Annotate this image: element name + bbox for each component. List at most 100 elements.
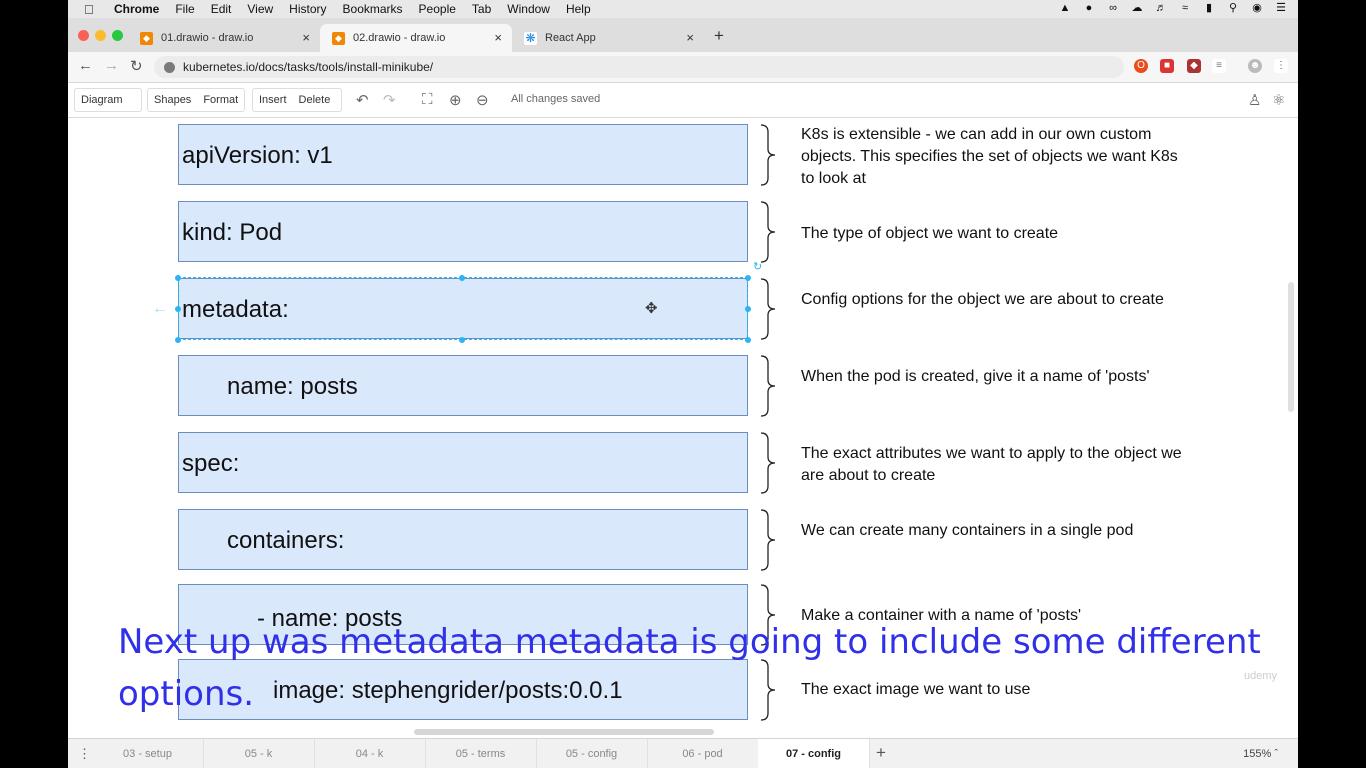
undo-icon[interactable]: ↶ (356, 91, 369, 109)
tab-react-app[interactable]: ❋ React App × (512, 24, 704, 52)
cloud-icon[interactable]: ☁ (1130, 1, 1144, 14)
notification-center-icon[interactable]: ☰ (1274, 1, 1288, 14)
profile-avatar[interactable]: ☻ (1248, 59, 1262, 73)
close-icon[interactable]: × (494, 30, 502, 45)
yaml-box-spec[interactable]: spec: (178, 432, 748, 493)
insert-button[interactable]: Insert (253, 94, 293, 106)
menu-tab[interactable]: Tab (472, 2, 491, 16)
glasses-icon[interactable]: ∞ (1106, 2, 1120, 14)
vertical-scrollbar[interactable] (1288, 282, 1294, 412)
connect-arrow-icon[interactable]: ← (152, 300, 168, 318)
reader-icon[interactable]: ≡ (1212, 59, 1226, 73)
page-tab-active[interactable]: 07 - config (758, 739, 870, 768)
page-tab[interactable]: 03 - setup (92, 739, 204, 768)
wifi-icon[interactable]: ≈ (1178, 2, 1192, 14)
bell-icon[interactable]: ♬ (1154, 2, 1168, 14)
user-icon[interactable]: ♙ (1248, 91, 1261, 109)
save-status: All changes saved (511, 93, 601, 105)
yaml-box-containers[interactable]: containers: (178, 509, 748, 570)
zoom-in-icon[interactable]: ⊕ (449, 91, 462, 109)
page-tab[interactable]: 04 - k (314, 739, 426, 768)
site-info-icon[interactable] (164, 61, 175, 73)
address-bar[interactable]: kubernetes.io/docs/tasks/tools/install-m… (154, 56, 1124, 78)
yaml-box-apiversion[interactable]: apiVersion: v1 (178, 124, 748, 185)
chevron-up-icon: ˆ (1274, 748, 1278, 760)
menu-app-name[interactable]: Chrome (114, 2, 159, 16)
docker-icon[interactable]: ▲ (1058, 2, 1072, 14)
yaml-box-kind[interactable]: kind: Pod (178, 201, 748, 262)
back-icon[interactable]: ← (78, 57, 93, 74)
navigation-bar: ← → ↻ kubernetes.io/docs/tasks/tools/ins… (68, 52, 1298, 83)
resize-handle[interactable] (745, 275, 751, 281)
menu-help[interactable]: Help (566, 2, 591, 16)
page-tab[interactable]: 05 - k (203, 739, 315, 768)
reload-icon[interactable]: ↻ (130, 57, 143, 75)
zoom-value: 155% (1243, 748, 1272, 760)
tab-01-drawio[interactable]: ◆ 01.drawio - draw.io × (128, 24, 320, 52)
resize-handle[interactable] (175, 337, 181, 343)
menu-people[interactable]: People (419, 2, 456, 16)
page-tab[interactable]: 05 - terms (425, 739, 537, 768)
resize-handle[interactable] (745, 306, 751, 312)
brace-icon (760, 201, 776, 263)
forward-icon[interactable]: → (104, 57, 119, 74)
resize-handle[interactable] (175, 275, 181, 281)
diagram-menu-label: Diagram (81, 94, 123, 106)
note-name[interactable]: When the pod is created, give it a name … (801, 366, 1191, 388)
note-metadata[interactable]: Config options for the object we are abo… (801, 289, 1191, 311)
extension-badge-icon[interactable]: ◆ (1187, 59, 1201, 73)
record-icon[interactable]: ● (1082, 2, 1096, 14)
tab-02-drawio[interactable]: ◆ 02.drawio - draw.io × (320, 24, 512, 52)
more-menu-icon[interactable]: ⋮ (1274, 59, 1288, 73)
add-page-button[interactable]: + (876, 739, 886, 767)
menu-history[interactable]: History (289, 2, 326, 16)
brace-icon (760, 355, 776, 417)
horizontal-scrollbar[interactable] (414, 729, 714, 735)
page-tab[interactable]: 06 - pod (647, 739, 759, 768)
note-spec[interactable]: The exact attributes we want to apply to… (801, 443, 1191, 487)
spotlight-search-icon[interactable]: ⚲ (1226, 1, 1240, 14)
box-label: containers: (227, 527, 345, 554)
resize-handle[interactable] (459, 337, 465, 343)
box-label: name: posts (227, 373, 358, 400)
menu-file[interactable]: File (175, 2, 194, 16)
menu-bookmarks[interactable]: Bookmarks (343, 2, 403, 16)
extension-icon[interactable]: ■ (1160, 59, 1174, 73)
menu-window[interactable]: Window (507, 2, 550, 16)
drawio-toolbar: Diagram Shapes Format Insert Delete ↶ ↷ … (68, 83, 1298, 118)
format-button[interactable]: Format (197, 94, 244, 106)
menu-view[interactable]: View (247, 2, 273, 16)
resize-handle[interactable] (459, 275, 465, 281)
shapes-button[interactable]: Shapes (148, 94, 197, 106)
globe-icon[interactable]: ⚛ (1272, 91, 1285, 109)
fullscreen-icon[interactable]: ⛶ (422, 91, 433, 108)
opera-extension-icon[interactable]: O (1134, 59, 1148, 73)
apple-icon[interactable]:  (84, 2, 98, 17)
window-minimize-button[interactable] (95, 30, 106, 41)
zoom-out-icon[interactable]: ⊖ (476, 91, 489, 109)
pages-menu-icon[interactable]: ⋮ (78, 739, 91, 768)
new-tab-button[interactable]: + (714, 26, 724, 46)
box-label: apiVersion: v1 (182, 142, 333, 169)
battery-icon[interactable]: ▮ (1202, 1, 1216, 14)
siri-icon[interactable]: ◉ (1250, 1, 1264, 14)
note-containers[interactable]: We can create many containers in a singl… (801, 520, 1191, 542)
page-tab[interactable]: 05 - config (536, 739, 648, 768)
resize-handle[interactable] (175, 306, 181, 312)
note-apiversion[interactable]: K8s is extensible - we can add in our ow… (801, 124, 1191, 190)
resize-handle[interactable] (745, 337, 751, 343)
window-zoom-button[interactable] (112, 30, 123, 41)
close-icon[interactable]: × (686, 30, 694, 45)
selection-outline (178, 277, 748, 340)
diagram-menu-button[interactable]: Diagram (74, 88, 142, 112)
yaml-box-name[interactable]: name: posts (178, 355, 748, 416)
udemy-watermark: udemy (1244, 670, 1278, 682)
note-kind[interactable]: The type of object we want to create (801, 223, 1191, 245)
close-icon[interactable]: × (302, 30, 310, 45)
zoom-level[interactable]: 155% ˆ (1243, 739, 1278, 768)
status-icons: ▲ ● ∞ ☁ ♬ ≈ ▮ ⚲ ◉ ☰ (1058, 1, 1288, 15)
delete-button[interactable]: Delete (293, 94, 337, 106)
redo-icon[interactable]: ↷ (383, 91, 396, 109)
menu-edit[interactable]: Edit (211, 2, 232, 16)
window-close-button[interactable] (78, 30, 89, 41)
